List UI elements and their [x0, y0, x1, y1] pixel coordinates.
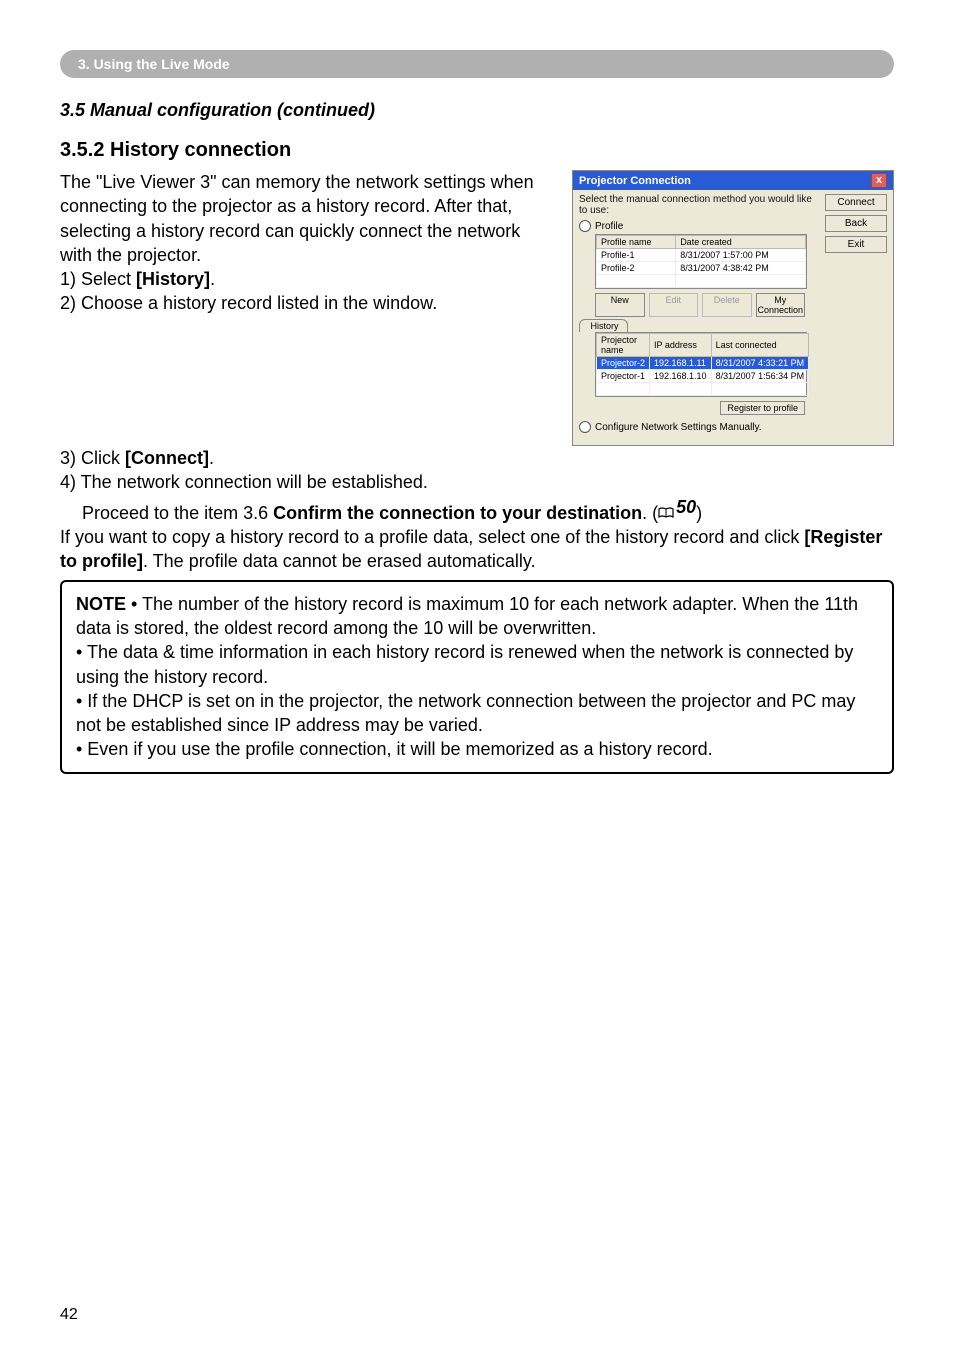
- radio-profile-label: Profile: [595, 221, 623, 232]
- radio-profile[interactable]: Profile: [579, 220, 817, 232]
- step-4-line2-bold: Confirm the connection to your destinati…: [273, 503, 642, 523]
- exit-button[interactable]: Exit: [825, 236, 887, 253]
- history-list[interactable]: Projector name IP address Last connected…: [595, 332, 807, 397]
- note-3: • If the DHCP is set on in the projector…: [76, 691, 855, 735]
- history-col-last: Last connected: [711, 334, 809, 357]
- intro-paragraph: The "Live Viewer 3" can memory the netwo…: [60, 170, 552, 267]
- delete-button: Delete: [702, 293, 752, 317]
- radio-icon: [579, 220, 591, 232]
- step-2: 2) Choose a history record listed in the…: [60, 291, 552, 315]
- note-2: • The data & time information in each hi…: [76, 642, 853, 686]
- step-4-line2-prefix: Proceed to the item 3.6: [82, 503, 273, 523]
- radio-configure-manually[interactable]: Configure Network Settings Manually.: [579, 421, 817, 433]
- radio-history-tab[interactable]: History: [579, 319, 628, 332]
- dialog-screenshot: Projector Connection x Select the manual…: [572, 170, 894, 446]
- back-button[interactable]: Back: [825, 215, 887, 232]
- table-row[interactable]: Projector-1 192.168.1.10 8/31/2007 1:56:…: [597, 370, 809, 383]
- step-4: 4) The network connection will be establ…: [60, 470, 894, 525]
- history-col-name: Projector name: [597, 334, 650, 357]
- step-3: 3) Click [Connect].: [60, 446, 894, 470]
- cell: Projector-1: [597, 370, 650, 383]
- radio-configure-label: Configure Network Settings Manually.: [595, 422, 762, 433]
- edit-button: Edit: [649, 293, 699, 317]
- my-connection-button[interactable]: My Connection: [756, 293, 806, 317]
- table-row[interactable]: Projector-2 192.168.1.11 8/31/2007 4:33:…: [597, 357, 809, 370]
- copy-paragraph: If you want to copy a history record to …: [60, 525, 894, 574]
- table-row[interactable]: Profile-1 8/31/2007 1:57:00 PM: [597, 249, 806, 262]
- dialog-side-buttons: Connect Back Exit: [825, 194, 887, 435]
- step-4-line2-suffix2: ): [696, 503, 702, 523]
- step-4-line2-suffix1: . (: [642, 503, 658, 523]
- history-col-ip: IP address: [650, 334, 712, 357]
- cell: Profile-2: [597, 262, 676, 275]
- note-4: • Even if you use the profile connection…: [76, 739, 713, 759]
- step-3-prefix: 3) Click: [60, 448, 125, 468]
- dialog-instruction: Select the manual connection method you …: [579, 194, 817, 216]
- cell: Profile-1: [597, 249, 676, 262]
- page-number: 42: [60, 1306, 78, 1324]
- copy-para-prefix: If you want to copy a history record to …: [60, 527, 804, 547]
- step-1-bold: [History]: [136, 269, 210, 289]
- cell: 8/31/2007 1:57:00 PM: [676, 249, 806, 262]
- profile-list[interactable]: Profile name Date created Profile-1 8/31…: [595, 234, 807, 289]
- new-button[interactable]: New: [595, 293, 645, 317]
- book-reference: 50: [658, 495, 696, 519]
- cell: 192.168.1.11: [650, 357, 712, 370]
- cell: 8/31/2007 4:38:42 PM: [676, 262, 806, 275]
- book-icon: [658, 501, 674, 513]
- step-1-suffix: .: [210, 269, 215, 289]
- step-1-prefix: 1) Select: [60, 269, 136, 289]
- book-ref-number: 50: [676, 497, 696, 517]
- profile-buttons: New Edit Delete My Connection: [595, 293, 805, 317]
- register-to-profile-button[interactable]: Register to profile: [720, 401, 805, 415]
- step-3-bold: [Connect]: [125, 448, 209, 468]
- section-heading: 3.5 Manual configuration (continued): [60, 100, 894, 121]
- dialog-titlebar: Projector Connection x: [573, 171, 893, 190]
- breadcrumb: 3. Using the Live Mode: [60, 50, 894, 78]
- cell: Projector-2: [597, 357, 650, 370]
- step-4-line1: 4) The network connection will be establ…: [60, 472, 428, 492]
- profile-col-date: Date created: [676, 236, 806, 249]
- connect-button[interactable]: Connect: [825, 194, 887, 211]
- subsection-heading: 3.5.2 History connection: [60, 139, 894, 162]
- profile-col-name: Profile name: [597, 236, 676, 249]
- step-3-suffix: .: [209, 448, 214, 468]
- note-box: NOTE • The number of the history record …: [60, 580, 894, 774]
- radio-history-label: History: [591, 321, 619, 331]
- dialog-title: Projector Connection: [579, 175, 691, 187]
- radio-icon: [579, 421, 591, 433]
- close-icon[interactable]: x: [871, 173, 887, 188]
- note-1: • The number of the history record is ma…: [76, 594, 858, 638]
- table-row[interactable]: Profile-2 8/31/2007 4:38:42 PM: [597, 262, 806, 275]
- copy-para-suffix: . The profile data cannot be erased auto…: [143, 551, 536, 571]
- cell: 8/31/2007 4:33:21 PM: [711, 357, 809, 370]
- note-label: NOTE: [76, 594, 126, 614]
- cell: 8/31/2007 1:56:34 PM: [711, 370, 809, 383]
- step-1: 1) Select [History].: [60, 267, 552, 291]
- cell: 192.168.1.10: [650, 370, 712, 383]
